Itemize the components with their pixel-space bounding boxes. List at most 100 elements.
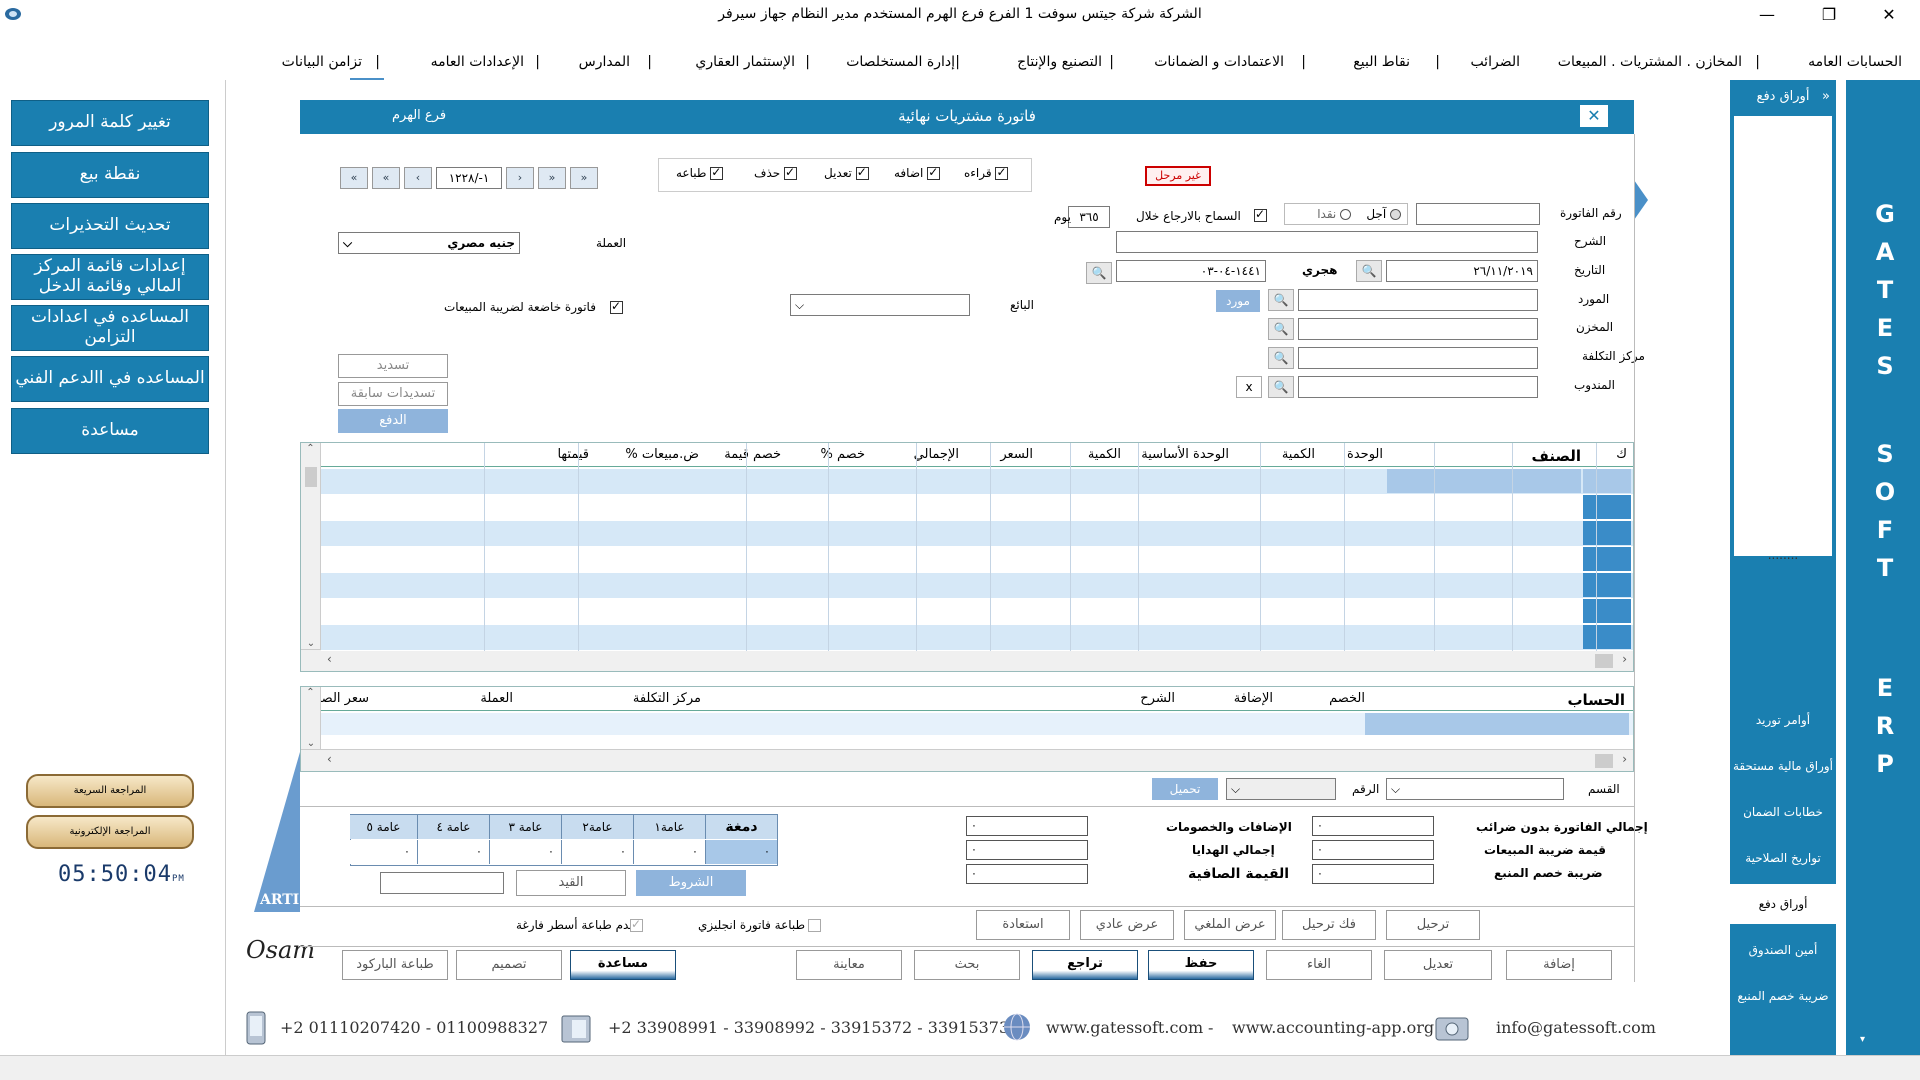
print-barcode-button[interactable]: طباعة الباركود bbox=[342, 950, 448, 980]
menu-schools[interactable]: المدارس bbox=[579, 54, 630, 70]
menu-real-estate[interactable]: الإستثمار العقاري bbox=[695, 54, 795, 70]
menu-pos[interactable]: نقاط البيع bbox=[1353, 54, 1410, 70]
edit-button[interactable]: تعديل bbox=[1384, 950, 1492, 980]
sync-help-button[interactable]: المساعده في اعدادات التزامن bbox=[11, 305, 209, 351]
accounts-hscroll[interactable]: ‹ › bbox=[301, 749, 1633, 771]
credit-radio[interactable] bbox=[1390, 209, 1401, 220]
cost-center-input[interactable] bbox=[1298, 347, 1538, 369]
payment-button[interactable]: الدفع bbox=[338, 409, 448, 433]
items-grid-row[interactable] bbox=[321, 625, 1633, 651]
menu-general-settings[interactable]: الإعدادات العامه bbox=[431, 54, 524, 70]
items-grid[interactable]: ك الصنف الوحدة الكمية الوحدة الأساسية ال… bbox=[300, 442, 1634, 672]
nav-prev-button[interactable]: ‹ bbox=[404, 167, 432, 189]
tax-value-3[interactable]: ٠ bbox=[490, 840, 562, 864]
right-nav-item[interactable]: أوامر توريد bbox=[1730, 700, 1836, 740]
accounts-hscroll-thumb[interactable] bbox=[1595, 754, 1613, 768]
conditions-button[interactable]: الشروط bbox=[636, 870, 746, 896]
previous-payments-button[interactable]: تسديدات سابقة bbox=[338, 382, 448, 406]
restore-button[interactable]: استعادة bbox=[976, 910, 1070, 940]
journal-entry-input[interactable] bbox=[380, 872, 504, 894]
nav-record-field[interactable]: ١-/١٢٢٨ bbox=[436, 167, 502, 189]
nav-next-fast-button[interactable]: » bbox=[538, 167, 566, 189]
refresh-warnings-button[interactable]: تحديث التحذيرات bbox=[11, 203, 209, 249]
items-grid-row[interactable] bbox=[321, 573, 1633, 599]
items-grid-row-marker[interactable] bbox=[1583, 495, 1631, 519]
tax-value-0[interactable]: ٠ bbox=[706, 840, 778, 864]
show-cancelled-button[interactable]: عرض الملغي bbox=[1184, 910, 1276, 940]
cancel-button[interactable]: الغاء bbox=[1266, 950, 1372, 980]
nav-first-button[interactable]: « bbox=[340, 167, 368, 189]
supplier-button[interactable]: مورد bbox=[1216, 290, 1260, 312]
nav-prev-fast-button[interactable]: « bbox=[372, 167, 400, 189]
store-input[interactable] bbox=[1298, 318, 1538, 340]
accounts-grid-selected-cell[interactable] bbox=[1365, 713, 1629, 735]
hijri-picker-icon[interactable]: 🔍 bbox=[1086, 262, 1112, 284]
dept-select[interactable]: ⌵ bbox=[1386, 778, 1564, 800]
pay-settle-button[interactable]: تسديد bbox=[338, 354, 448, 378]
perm-add[interactable]: اضافه bbox=[894, 165, 941, 180]
store-search-icon[interactable]: 🔍 bbox=[1268, 318, 1294, 340]
design-button[interactable]: تصميم bbox=[456, 950, 562, 980]
accounts-grid[interactable]: الحساب الخصم الإضافة الشرح مركز التكلفة … bbox=[300, 686, 1634, 772]
help-action-button[interactable]: مساعدة bbox=[570, 950, 676, 980]
items-grid-row[interactable] bbox=[321, 547, 1633, 573]
change-password-button[interactable]: تغيير كلمة المرور bbox=[11, 100, 209, 146]
rep-search-icon[interactable]: 🔍 bbox=[1268, 376, 1294, 398]
invoice-no-input[interactable] bbox=[1416, 203, 1540, 225]
items-grid-selected-cell[interactable] bbox=[1387, 469, 1581, 493]
perm-print-checkbox[interactable] bbox=[710, 165, 724, 180]
financial-statements-settings-button[interactable]: إعدادات قائمة المركز المالي وقائمة الدخل bbox=[11, 254, 209, 300]
supplier-search-icon[interactable]: 🔍 bbox=[1268, 289, 1294, 311]
supplier-input[interactable] bbox=[1298, 289, 1538, 311]
menu-extracts[interactable]: إدارة المستخلصات bbox=[846, 54, 955, 70]
seller-select[interactable]: ⌵ bbox=[790, 294, 970, 316]
cash-radio[interactable] bbox=[1340, 209, 1352, 220]
minimize-button[interactable]: — bbox=[1744, 2, 1790, 28]
items-grid-row-marker[interactable] bbox=[1583, 573, 1631, 597]
no-empty-lines-checkbox[interactable] bbox=[630, 917, 643, 932]
items-grid-row[interactable] bbox=[321, 599, 1633, 625]
menu-data-sync[interactable]: تزامن البيانات bbox=[282, 54, 362, 70]
items-hscroll[interactable]: ‹ › bbox=[301, 649, 1633, 671]
tax-value-1[interactable]: ٠ bbox=[634, 840, 706, 864]
collapse-icon[interactable]: « bbox=[1822, 80, 1830, 114]
right-nav-item[interactable]: تواريخ الصلاحية bbox=[1730, 838, 1836, 878]
show-normal-button[interactable]: عرض عادي bbox=[1080, 910, 1174, 940]
perm-add-checkbox[interactable] bbox=[927, 165, 941, 180]
journal-entry-button[interactable]: القيد bbox=[516, 870, 626, 896]
pos-button[interactable]: نقطة بيع bbox=[11, 152, 209, 198]
date-picker-icon[interactable]: 🔍 bbox=[1356, 260, 1382, 282]
english-print-checkbox[interactable] bbox=[808, 919, 821, 932]
menu-taxes[interactable]: الضرائب bbox=[1470, 54, 1520, 70]
website-2[interactable]: www.accounting-app.org bbox=[1232, 1018, 1434, 1037]
load-button[interactable]: تحميل bbox=[1152, 778, 1218, 800]
items-vscroll-thumb[interactable] bbox=[305, 467, 317, 487]
email-address[interactable]: info@gatessoft.com bbox=[1496, 1018, 1656, 1037]
menu-inventory[interactable]: المخازن . المشتريات . المبيعات bbox=[1558, 54, 1742, 70]
right-nav-item[interactable]: أوراق دفع bbox=[1730, 884, 1836, 924]
right-nav-item[interactable]: ضريبة خصم المنبع bbox=[1730, 976, 1836, 1016]
support-help-button[interactable]: المساعده في االدعم الفني bbox=[11, 356, 209, 402]
cost-center-search-icon[interactable]: 🔍 bbox=[1268, 347, 1294, 369]
perm-read[interactable]: قراءه bbox=[964, 165, 1009, 180]
add-button[interactable]: إضافة bbox=[1506, 950, 1612, 980]
perm-print[interactable]: طباعه bbox=[676, 165, 724, 180]
menu-credits[interactable]: الاعتمادات و الضمانات bbox=[1154, 54, 1284, 70]
items-grid-row[interactable] bbox=[321, 495, 1633, 521]
tax-value-4[interactable]: ٠ bbox=[418, 840, 490, 864]
nav-next-button[interactable]: › bbox=[506, 167, 534, 189]
number-select[interactable]: ⌵ bbox=[1226, 778, 1336, 800]
perm-edit[interactable]: تعديل bbox=[824, 165, 869, 180]
perm-delete[interactable]: حذف bbox=[754, 165, 797, 180]
help-button[interactable]: مساعدة bbox=[11, 408, 209, 454]
items-grid-row[interactable] bbox=[321, 521, 1633, 547]
website-1[interactable]: www.gatessoft.com bbox=[1046, 1018, 1203, 1037]
hijri-date-input[interactable]: ١٤٤١-٠٤-٠٣ bbox=[1116, 260, 1266, 282]
form-close-button[interactable]: ✕ bbox=[1580, 105, 1608, 127]
right-nav-item[interactable]: أمين الصندوق bbox=[1730, 930, 1836, 970]
tax-value-5[interactable]: ٠ bbox=[350, 840, 418, 864]
maximize-button[interactable]: ❐ bbox=[1806, 2, 1852, 28]
currency-select[interactable]: جنيه مصري ⌵ bbox=[338, 232, 520, 254]
unpost-button[interactable]: فك ترحيل bbox=[1282, 910, 1376, 940]
search-button[interactable]: بحث bbox=[914, 950, 1020, 980]
